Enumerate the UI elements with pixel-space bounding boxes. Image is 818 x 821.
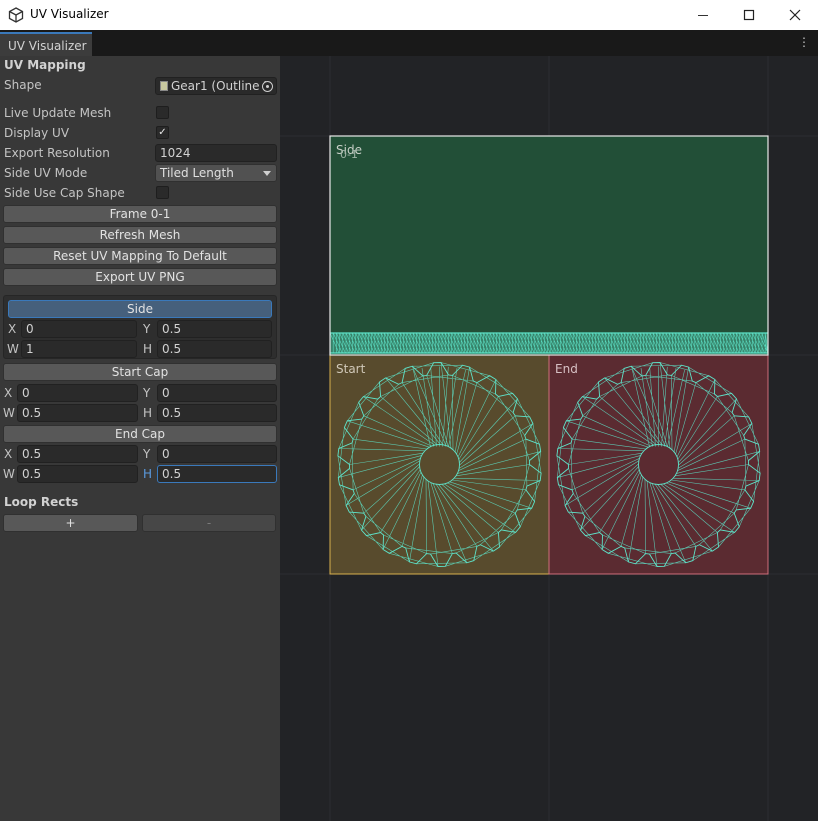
start-cap-x-label: X [4, 386, 13, 400]
side-uv-mode-dropdown[interactable]: Tiled Length [155, 164, 277, 182]
close-icon [789, 9, 801, 21]
side-w-label: W [7, 342, 19, 356]
start-cap-button[interactable]: Start Cap [3, 363, 277, 381]
side-uv-region [330, 136, 768, 355]
start-cap-y-input[interactable]: 0 [157, 384, 277, 402]
end-cap-w-input[interactable]: 0.5 [17, 465, 138, 483]
side-x-label: X [8, 322, 17, 336]
end-cap-y-input[interactable]: 0 [157, 445, 277, 463]
end-cap-h-input[interactable]: 0.5 [157, 465, 277, 483]
minimize-icon [698, 15, 708, 16]
start-region-label: Start [336, 362, 366, 376]
shape-label: Shape [4, 78, 42, 92]
side-rect-button[interactable]: Side [8, 300, 272, 318]
live-update-mesh-checkbox[interactable] [156, 106, 169, 119]
start-cap-y-label: Y [143, 386, 151, 400]
side-uv-mode-label: Side UV Mode [4, 166, 88, 180]
live-update-mesh-label: Live Update Mesh [4, 106, 112, 120]
side-y-input[interactable]: 0.5 [157, 320, 272, 338]
export-uv-png-button[interactable]: Export UV PNG [3, 268, 277, 286]
remove-loop-rect-button[interactable]: - [142, 514, 276, 532]
shape-object-field[interactable]: Gear1 (Outline I [155, 77, 277, 95]
export-resolution-label: Export Resolution [4, 146, 110, 160]
refresh-mesh-button[interactable]: Refresh Mesh [3, 226, 277, 244]
window-title: UV Visualizer [30, 7, 109, 21]
inspector-panel: UV Mapping Shape Gear1 (Outline I Live U… [0, 56, 280, 821]
object-picker-icon[interactable] [262, 81, 273, 92]
shape-value: Gear1 (Outline I [171, 79, 267, 93]
more-options-icon[interactable]: ⋮ [798, 36, 810, 48]
maximize-icon [743, 9, 755, 21]
end-cap-x-label: X [4, 447, 13, 461]
tab-strip: UV Visualizer ⋮ [0, 30, 818, 56]
start-cap-h-label: H [143, 406, 153, 420]
uv-canvas[interactable]: Side 0-1 Start End [280, 56, 818, 821]
side-uv-mode-value: Tiled Length [160, 166, 234, 180]
start-cap-w-input[interactable]: 0.5 [17, 404, 138, 422]
side-h-input[interactable]: 0.5 [157, 340, 272, 358]
side-use-cap-shape-checkbox[interactable] [156, 186, 169, 199]
side-h-label: H [143, 342, 153, 356]
export-resolution-input[interactable]: 1024 [155, 144, 277, 162]
end-cap-button[interactable]: End Cap [3, 425, 277, 443]
mesh-file-icon [160, 81, 168, 91]
close-button[interactable] [772, 0, 818, 30]
side-region-sublabel: 0-1 [340, 148, 358, 161]
end-cap-h-label: H [143, 467, 153, 481]
side-x-input[interactable]: 0 [21, 320, 137, 338]
end-region-label: End [555, 362, 578, 376]
uv-viewport[interactable]: Side 0-1 Start End [280, 56, 818, 821]
end-cap-y-label: Y [143, 447, 151, 461]
end-cap-x-input[interactable]: 0.5 [17, 445, 138, 463]
side-w-input[interactable]: 1 [21, 340, 137, 358]
add-loop-rect-button[interactable]: + [3, 514, 138, 532]
chevron-down-icon [263, 171, 271, 176]
end-cap-w-label: W [3, 467, 15, 481]
start-cap-w-label: W [3, 406, 15, 420]
tab-uv-visualizer[interactable]: UV Visualizer [0, 32, 92, 56]
side-use-cap-shape-label: Side Use Cap Shape [4, 186, 125, 200]
maximize-button[interactable] [726, 0, 772, 30]
frame-0-1-button[interactable]: Frame 0-1 [3, 205, 277, 223]
display-uv-label: Display UV [4, 126, 70, 140]
side-wireframe [329, 332, 769, 354]
reset-uv-mapping-button[interactable]: Reset UV Mapping To Default [3, 247, 277, 265]
loop-rects-label: Loop Rects [4, 495, 79, 509]
minimize-button[interactable] [680, 0, 726, 30]
title-bar: UV Visualizer [0, 0, 818, 30]
display-uv-checkbox[interactable]: ✓ [156, 126, 169, 139]
start-cap-h-input[interactable]: 0.5 [157, 404, 277, 422]
checkmark-icon: ✓ [158, 127, 167, 138]
side-y-label: Y [143, 322, 151, 336]
unity-cube-icon [8, 7, 24, 23]
start-cap-x-input[interactable]: 0 [17, 384, 138, 402]
section-title-uv-mapping: UV Mapping [4, 58, 86, 72]
